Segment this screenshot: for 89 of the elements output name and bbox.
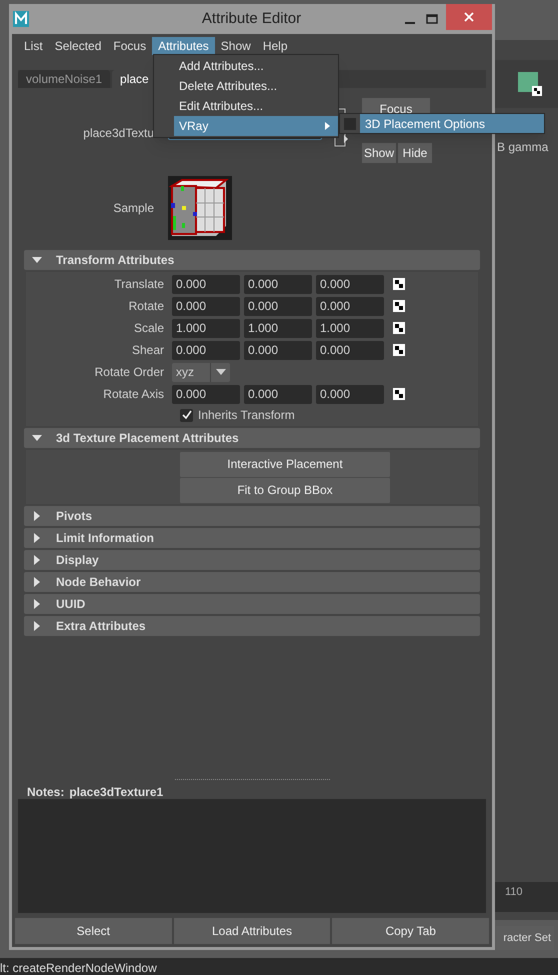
maximize-icon[interactable] [426, 13, 438, 25]
placement-button[interactable]: Interactive Placement [180, 452, 390, 476]
menu-item[interactable]: Add Attributes... [174, 56, 338, 76]
expanded-triangle-icon[interactable] [32, 255, 42, 265]
checker-key-icon[interactable] [393, 300, 405, 312]
number-field[interactable]: 0.000 [316, 384, 384, 404]
number-field[interactable]: 1.000 [316, 318, 384, 338]
notes-label: Notes: [27, 786, 64, 798]
menu-bar-item[interactable]: Attributes [152, 37, 215, 55]
close-button[interactable] [446, 4, 492, 30]
section-title: 3d Texture Placement Attributes [56, 430, 239, 447]
section-title: UUID [56, 596, 86, 613]
rotate-order-dropdown[interactable]: xyz [172, 362, 230, 382]
number-field[interactable]: 1.000 [172, 318, 240, 338]
attribute-label: Scale [132, 320, 165, 337]
bottom-button[interactable]: Load Attributes [174, 918, 330, 944]
attribute-label: Translate [113, 276, 165, 293]
number-field[interactable]: 0.000 [172, 384, 240, 404]
number-field[interactable]: 0.000 [172, 274, 240, 294]
collapsed-triangle-icon[interactable] [32, 511, 42, 521]
section-header[interactable]: UUID [24, 594, 480, 614]
sample-label: Sample [112, 200, 155, 217]
number-field[interactable]: 0.000 [316, 274, 384, 294]
section-title: Transform Attributes [56, 252, 174, 269]
number-field[interactable]: 0.000 [172, 340, 240, 360]
section-header[interactable]: Extra Attributes [24, 616, 480, 636]
collapsed-triangle-icon[interactable] [32, 555, 42, 565]
section-title: Limit Information [56, 530, 154, 547]
section-header[interactable]: Transform Attributes [24, 250, 480, 270]
checker-key-icon[interactable] [393, 322, 405, 334]
menu-bar-item[interactable]: Help [256, 37, 294, 55]
attribute-label: Rotate [128, 298, 165, 315]
option-box-icon [344, 118, 356, 130]
menu-item[interactable]: VRay [174, 116, 338, 136]
menu-bar-item[interactable]: Focus [107, 37, 152, 55]
menu-bar-item[interactable]: List [18, 37, 49, 55]
collapsed-triangle-icon[interactable] [32, 599, 42, 609]
section-header[interactable]: 3d Texture Placement Attributes [24, 428, 480, 448]
menu-bar-item[interactable]: Show [214, 37, 257, 55]
ruler-tick-label: 110 [505, 885, 523, 900]
attribute-label: Shear [130, 342, 165, 359]
background-button-label: racter Set [503, 930, 551, 946]
bottom-button[interactable]: Copy Tab [332, 918, 490, 944]
checker-key-icon[interactable] [393, 344, 405, 356]
notes-field[interactable] [18, 799, 486, 913]
inherits-checkbox[interactable] [180, 408, 193, 422]
placement-button[interactable]: Fit to Group BBox [180, 478, 390, 502]
attribute-label: Rotate Axis [102, 386, 165, 403]
collapsed-triangle-icon[interactable] [32, 577, 42, 587]
bottom-button[interactable]: Select [15, 918, 172, 944]
notes-node-name: place3dTexture1 [69, 786, 164, 798]
section-header[interactable]: Pivots [24, 506, 480, 526]
number-field[interactable]: 0.000 [316, 340, 384, 360]
number-field[interactable]: 0.000 [244, 274, 312, 294]
menu-item[interactable]: Delete Attributes... [174, 76, 338, 96]
section-title: Pivots [56, 508, 92, 525]
section-title: Node Behavior [56, 574, 141, 591]
collapsed-triangle-icon[interactable] [32, 621, 42, 631]
close-icon [464, 12, 474, 22]
hide-button[interactable]: Hide [398, 143, 432, 163]
expanded-triangle-icon[interactable] [32, 433, 42, 443]
menu-item[interactable]: Edit Attributes... [174, 96, 338, 116]
checkbox-label: Inherits Transform [198, 407, 295, 424]
node-tab[interactable]: volumeNoise1 [18, 70, 110, 88]
show-button[interactable]: Show [362, 143, 396, 163]
number-field[interactable]: 0.000 [244, 340, 312, 360]
section-title: Extra Attributes [56, 618, 146, 635]
cube-swatch-drawing [168, 176, 232, 240]
node-name-label: place3dTextu [82, 125, 155, 142]
collapsed-triangle-icon[interactable] [32, 533, 42, 543]
number-field[interactable]: 0.000 [172, 296, 240, 316]
checker-key-icon[interactable] [393, 388, 405, 400]
section-title: Display [56, 552, 99, 569]
number-field[interactable]: 1.000 [244, 318, 312, 338]
number-field[interactable]: 0.000 [244, 384, 312, 404]
window-title: Attribute Editor [200, 8, 302, 29]
submenu-item[interactable]: 3D Placement Options [360, 114, 544, 133]
checker-key-icon[interactable] [393, 278, 405, 290]
section-header[interactable]: Node Behavior [24, 572, 480, 592]
number-field[interactable]: 0.000 [316, 296, 384, 316]
background-label: B gamma [497, 139, 548, 156]
attribute-label: Rotate Order [94, 364, 165, 381]
number-field[interactable]: 0.000 [244, 296, 312, 316]
section-header[interactable]: Display [24, 550, 480, 570]
menu-bar-item[interactable]: Selected [48, 37, 108, 55]
section-header[interactable]: Limit Information [24, 528, 480, 548]
app-logo-icon [13, 11, 29, 27]
shelf-tool-icon[interactable] [518, 72, 542, 96]
dropdown-arrow-icon [216, 369, 226, 375]
